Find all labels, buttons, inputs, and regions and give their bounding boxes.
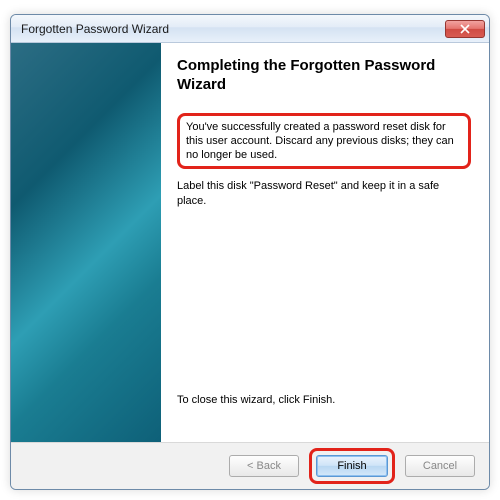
finish-button[interactable]: Finish <box>316 455 388 477</box>
close-hint: To close this wizard, click Finish. <box>177 393 471 408</box>
close-icon <box>460 24 470 34</box>
success-message-highlight: You've successfully created a password r… <box>177 113 471 170</box>
content-panel: Completing the Forgotten Password Wizard… <box>161 43 489 442</box>
button-bar: < Back Finish Cancel <box>11 443 489 489</box>
label-instruction: Label this disk "Password Reset" and kee… <box>177 179 471 209</box>
cancel-button[interactable]: Cancel <box>405 455 475 477</box>
dialog-body: Completing the Forgotten Password Wizard… <box>11 43 489 443</box>
back-button[interactable]: < Back <box>229 455 299 477</box>
window-title: Forgotten Password Wizard <box>21 22 445 36</box>
wizard-dialog: Forgotten Password Wizard Completing the… <box>10 14 490 490</box>
finish-button-highlight: Finish <box>309 448 395 484</box>
side-graphic-panel <box>11 43 161 442</box>
close-button[interactable] <box>445 20 485 38</box>
titlebar: Forgotten Password Wizard <box>11 15 489 43</box>
page-heading: Completing the Forgotten Password Wizard <box>177 57 471 95</box>
success-message: You've successfully created a password r… <box>186 120 462 163</box>
